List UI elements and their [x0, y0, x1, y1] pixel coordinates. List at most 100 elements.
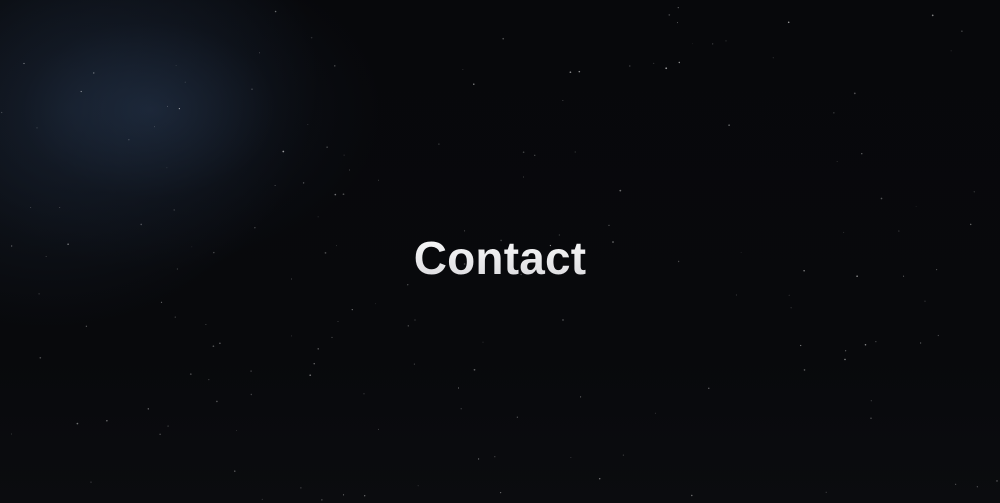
star-dot	[106, 420, 108, 422]
star-dot	[803, 369, 806, 371]
star-dot	[378, 428, 379, 430]
star-dot	[173, 209, 175, 211]
star-dot	[39, 356, 42, 359]
star-dot	[668, 14, 671, 16]
star-dot	[712, 43, 714, 45]
star-dot	[317, 216, 319, 218]
star-dot	[961, 30, 963, 32]
star-dot	[317, 348, 319, 350]
star-dot	[250, 393, 252, 396]
star-dot	[708, 387, 710, 389]
star-dot	[502, 37, 505, 40]
star-dot	[973, 191, 975, 193]
star-dot	[790, 307, 792, 309]
contact-hero-section: Contact	[0, 0, 1000, 503]
star-dot	[236, 430, 238, 432]
star-dot	[562, 319, 564, 321]
star-dot	[80, 90, 82, 93]
star-dot	[413, 363, 415, 365]
star-dot	[349, 169, 350, 171]
star-dot	[378, 179, 379, 181]
star-dot	[258, 52, 260, 54]
star-dot	[570, 457, 572, 458]
star-dot	[853, 92, 856, 95]
page-title: Contact	[0, 228, 1000, 288]
star-dot	[414, 319, 416, 321]
star-dot	[825, 491, 827, 493]
star-dot	[90, 481, 92, 483]
star-dot	[307, 123, 309, 126]
star-dot	[313, 363, 315, 365]
star-dot	[844, 358, 846, 361]
star-dot	[931, 14, 934, 17]
star-dot	[787, 21, 790, 24]
star-dot	[282, 150, 285, 153]
star-dot	[343, 494, 345, 496]
star-dot	[189, 373, 192, 375]
star-dot	[216, 400, 218, 403]
star-dot	[334, 193, 337, 196]
star-dot	[261, 498, 263, 500]
star-dot	[800, 344, 802, 347]
star-dot	[38, 293, 40, 295]
star-dot	[290, 335, 292, 337]
star-dot	[309, 374, 312, 377]
star-dot	[251, 88, 253, 91]
star-dot	[351, 308, 353, 311]
star-dot	[870, 400, 872, 402]
star-dot	[167, 105, 168, 107]
star-dot	[326, 146, 328, 148]
star-dot	[140, 223, 143, 226]
star-dot	[969, 223, 972, 226]
star-dot	[499, 491, 502, 494]
star-dot	[996, 480, 998, 482]
star-dot	[460, 408, 462, 410]
star-dot	[274, 185, 276, 187]
star-dot	[478, 458, 480, 460]
star-dot	[212, 345, 215, 348]
star-dot	[10, 433, 12, 435]
star-dot	[629, 65, 631, 67]
star-dot	[363, 393, 365, 395]
star-dot	[208, 378, 210, 381]
star-dot	[174, 316, 176, 318]
star-dot	[864, 343, 867, 346]
star-dot	[76, 422, 79, 425]
star-dot	[920, 342, 922, 344]
spotlight-glow	[0, 0, 400, 378]
star-dot	[534, 154, 536, 156]
star-dot	[205, 323, 207, 326]
star-dot	[725, 40, 727, 42]
star-dot	[924, 300, 926, 302]
star-dot	[677, 22, 678, 24]
star-dot	[23, 62, 25, 65]
star-dot	[462, 69, 464, 70]
star-dot	[735, 294, 737, 296]
star-dot	[619, 189, 622, 192]
star-dot	[184, 81, 186, 83]
star-dot	[147, 408, 149, 410]
star-dot	[833, 112, 835, 114]
star-dot	[677, 6, 679, 9]
star-dot	[36, 127, 38, 129]
star-dot	[128, 139, 130, 141]
star-dot	[458, 387, 459, 389]
star-dot	[334, 65, 336, 67]
star-dot	[678, 61, 681, 64]
star-dot	[728, 124, 730, 126]
star-dot	[473, 83, 475, 85]
star-dot	[342, 193, 345, 196]
star-dot	[950, 50, 952, 52]
star-dot	[870, 417, 872, 419]
star-dot	[343, 154, 345, 156]
star-dot	[937, 334, 939, 337]
star-dot	[598, 478, 601, 480]
star-dot	[219, 342, 221, 344]
star-dot	[302, 182, 305, 184]
star-dot	[622, 454, 625, 456]
star-dot	[159, 433, 161, 435]
star-dot	[375, 303, 377, 305]
star-dot	[845, 350, 847, 352]
star-dot	[85, 325, 88, 327]
star-dot	[562, 100, 564, 101]
